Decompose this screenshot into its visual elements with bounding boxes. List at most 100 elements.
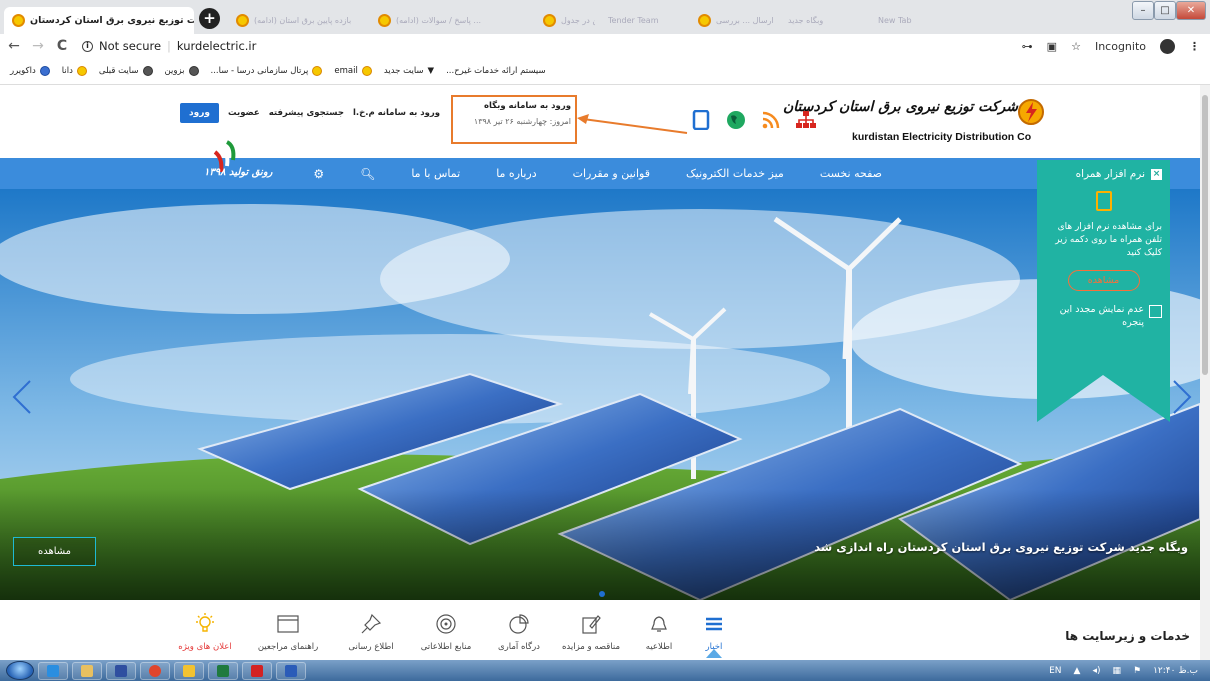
slider-next-icon[interactable] [1170,379,1194,415]
omnibox[interactable]: i Not secure | kurdelectric.ir [82,39,256,53]
tab-title: (ادامه) پاسخ / سوالات ... [396,16,482,25]
forward-button[interactable]: → [28,38,48,54]
taskbar-word[interactable] [276,661,306,680]
settings-icon[interactable]: ⚙ [313,167,324,181]
network-icon[interactable]: ▦ [1113,666,1122,676]
tray-expand-icon[interactable]: ▲ [1074,666,1081,676]
bookmark-item[interactable]: سایت قبلی [99,66,153,76]
portal-login-link[interactable]: ورود به سامانه وبگاه [484,101,571,111]
main-nav: صفحه نخست میز خدمات الکترونیک قوانین و م… [0,140,1200,189]
maximize-button[interactable]: □ [1154,1,1176,20]
service-tenders[interactable]: مناقصه و مزایده [556,612,626,652]
advanced-search-link[interactable]: جستجوی پیشرفته [269,108,344,118]
nav-item-about[interactable]: درباره ما [496,167,536,180]
back-button[interactable]: ← [4,38,24,54]
bookmark-item[interactable]: بزوین [165,66,199,76]
tab-favicon-icon [236,14,249,27]
bookmark-item[interactable]: دانا [62,66,87,76]
tab-active[interactable]: شرکت توزیع نیروی برق استان کردستان ✕ [4,7,194,34]
bookmark-item[interactable]: email [334,66,372,76]
tab-background[interactable]: ارسال ... بررسی [690,7,780,34]
nav-item-laws[interactable]: قوانین و مقررات [573,167,650,180]
bell-icon [651,616,667,632]
service-announcements[interactable]: اطلاع رسانی [336,612,406,652]
clock[interactable]: ۱۲:۴۰ ب.ظ [1153,666,1198,676]
tab-strip: شرکت توزیع نیروی برق استان کردستان ✕ + (… [0,0,1210,34]
slider-prev-icon[interactable] [10,379,34,415]
security-label: Not secure [99,39,162,53]
separator: | [167,39,171,53]
active-service-indicator [706,649,722,658]
service-notices[interactable]: اطلاعیه [624,612,694,652]
minimize-button[interactable]: – [1132,1,1154,20]
taskbar-media[interactable] [106,661,136,680]
bookmark-item[interactable]: سیستم ارائه خدمات غیرح... [446,66,546,76]
service-visitor-guide[interactable]: راهنمای مراجعین [253,612,323,652]
service-info-resources[interactable]: منابع اطلاعاتی [411,612,481,652]
flag-icon[interactable]: ⚑ [1133,666,1141,676]
rss-icon[interactable] [760,109,782,131]
dont-show-checkbox[interactable] [1149,305,1162,318]
reload-button[interactable]: C [52,38,72,54]
start-button-icon[interactable] [6,661,34,680]
chrome-icon [149,664,161,677]
info-icon[interactable]: i [82,40,93,52]
incognito-icon[interactable] [1160,38,1175,54]
page-scrollbar[interactable] [1200,85,1210,660]
tab-background[interactable]: (ادامه) پاسخ / سوالات ... [370,7,530,34]
bookmark-item[interactable]: ▼ سایت جدید [384,66,434,76]
language-indicator[interactable]: EN [1049,666,1061,676]
tablet-icon[interactable] [690,109,712,131]
taskbar-ie[interactable] [38,661,68,680]
tab-background[interactable]: وبگاه جدید [780,7,860,34]
login-button[interactable]: ورود [180,103,219,123]
bookmark-item[interactable]: پرتال سازمانی درسا - سا... [211,66,323,76]
bookmark-label: پرتال سازمانی درسا - سا... [210,66,309,76]
mkha-login-link[interactable]: ورود به سامانه م.خ.ا [353,108,440,118]
membership-link[interactable]: عضویت [228,108,260,118]
globe-icon[interactable] [725,109,747,131]
dont-show-again[interactable]: عدم نمایش مجدد این پنجره [1045,303,1162,329]
site-logo[interactable]: شرکت توزیع نیروی برق استان کردستان kurdi… [783,95,1048,145]
menu-icon[interactable]: ⋮ [1189,40,1200,53]
close-window-button[interactable]: ✕ [1176,1,1206,20]
taskbar-explorer[interactable] [72,661,102,680]
tab-background[interactable]: Tender Team [600,7,680,34]
panel-view-button[interactable]: مشاهده [1067,270,1140,291]
key-icon[interactable]: ⊶ [1022,40,1033,53]
tab-background[interactable]: (ادامه) بازده پایین برق استان [228,7,353,34]
today-date: امروز: چهارشنبه ۲۶ تیر ۱۳۹۸ [473,117,571,126]
panel-close-icon[interactable]: × [1151,168,1162,180]
taskbar-acrobat[interactable] [242,661,272,680]
globe-icon [188,66,199,76]
nav-item-e-services[interactable]: میز خدمات الکترونیک [686,167,784,180]
translate-icon[interactable]: ▣ [1047,40,1057,53]
windows-taskbar: EN ▲ ◂) ▦ ⚑ ۱۲:۴۰ ب.ظ [0,660,1210,681]
tab-background[interactable]: New Tab [870,7,940,34]
word-icon [285,664,297,677]
tab-background[interactable]: بیشترین متن در جدول [535,7,595,34]
sitemap-icon[interactable] [795,109,817,131]
taskbar-excel[interactable] [208,661,238,680]
bookmark-item[interactable]: داکویرر [10,66,50,76]
search-icon[interactable]: 🔍︎ [360,167,375,181]
nav-item-home[interactable]: صفحه نخست [820,167,882,180]
taskbar-python[interactable] [174,661,204,680]
dont-show-label: عدم نمایش مجدد این پنجره [1059,304,1144,328]
hero-caption[interactable]: وبگاه جدید شرکت توزیع نیروی برق استان کر… [814,540,1188,554]
service-special-notices[interactable]: اعلان های ویژه [170,612,240,652]
window-icon [277,615,299,633]
taskbar-chrome[interactable] [140,661,170,680]
volume-icon[interactable]: ◂) [1092,666,1100,676]
star-icon[interactable]: ☆ [1071,40,1081,53]
scrollbar-thumb[interactable] [1202,95,1208,375]
tab-favicon-icon [378,14,391,27]
service-statistics[interactable]: درگاه آماری [484,612,554,652]
new-tab-button[interactable]: + [199,8,220,29]
hero-view-button[interactable]: مشاهده [13,537,96,566]
logo-persian-text: شرکت توزیع نیروی برق استان کردستان [782,99,1018,115]
bookmark-label: سایت قبلی [98,66,139,76]
slider-dot-icon[interactable] [598,590,610,598]
nav-item-contact[interactable]: تماس با ما [411,167,460,180]
tab-title: (ادامه) بازده پایین برق استان [254,16,352,25]
